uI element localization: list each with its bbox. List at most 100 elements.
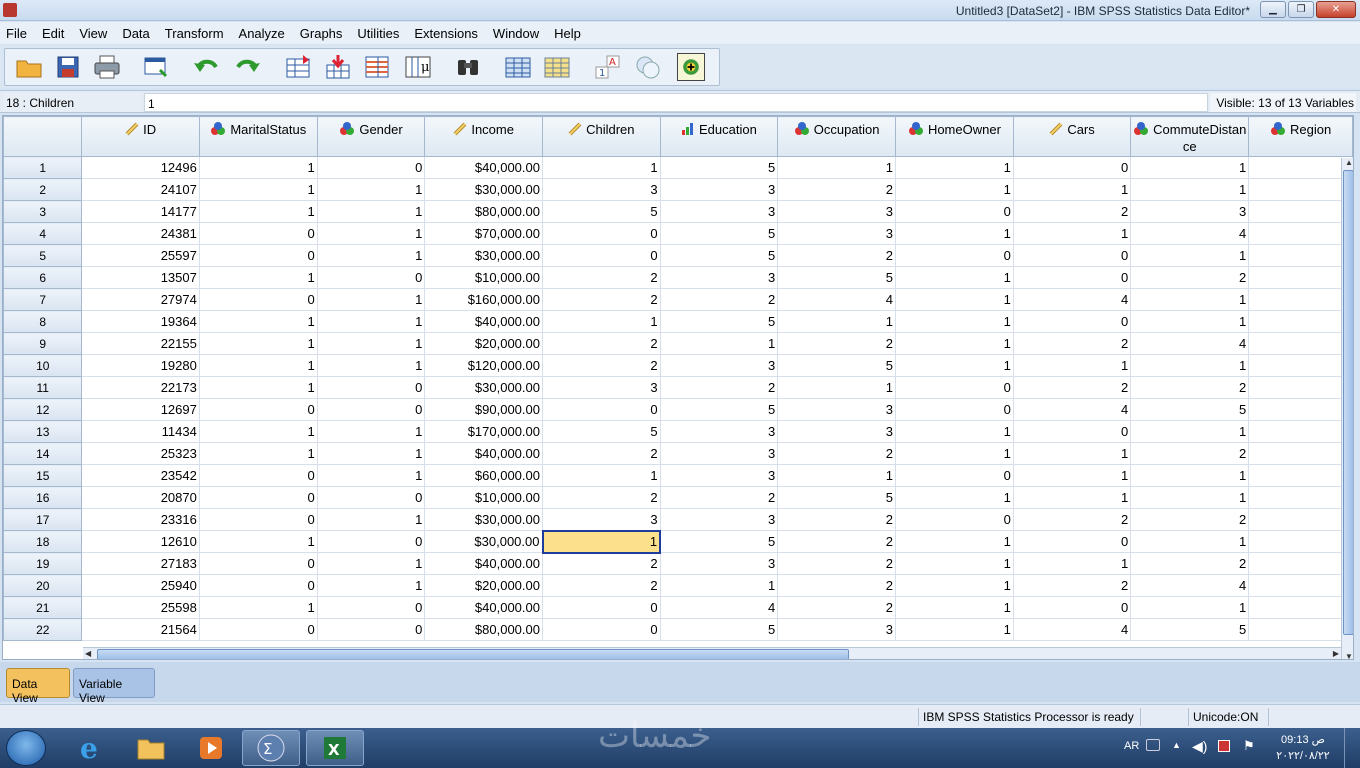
data-cell[interactable]: 1	[1130, 354, 1250, 377]
data-cell[interactable]: 1	[895, 574, 1014, 597]
row-header[interactable]: 1	[3, 156, 83, 179]
data-cell[interactable]: $80,000.00	[424, 618, 543, 641]
data-cell[interactable]	[1248, 156, 1353, 179]
data-cell[interactable]: 1	[1130, 486, 1250, 509]
row-header[interactable]: 22	[3, 618, 83, 641]
data-cell[interactable]: 1	[777, 310, 897, 333]
spss-statistics-icon[interactable]: Σ	[242, 730, 300, 766]
data-cell[interactable]: 1	[198, 596, 318, 619]
data-cell[interactable]: 22155	[81, 332, 200, 355]
row-header[interactable]: 8	[3, 310, 83, 333]
data-cell[interactable]: 2	[1012, 200, 1132, 223]
data-cell[interactable]: 4	[1130, 574, 1250, 597]
data-cell[interactable]	[1248, 618, 1353, 641]
data-cell[interactable]: 0	[542, 618, 661, 641]
data-cell[interactable]: 2	[777, 508, 897, 531]
data-cell[interactable]: 0	[316, 398, 426, 421]
data-cell[interactable]: 2	[777, 596, 897, 619]
row-header[interactable]: 19	[3, 552, 83, 575]
data-cell[interactable]: 23542	[81, 464, 200, 487]
data-cell[interactable]: 23316	[81, 508, 200, 531]
data-cell[interactable]: $30,000.00	[424, 508, 543, 531]
data-cell[interactable]: 5	[659, 398, 779, 421]
data-cell[interactable]: 1	[316, 464, 426, 487]
data-cell[interactable]: 5	[777, 266, 897, 289]
data-cell[interactable]: 1	[1012, 222, 1132, 245]
data-cell[interactable]	[1248, 266, 1353, 289]
start-button[interactable]	[6, 730, 46, 766]
data-cell[interactable]: 0	[1012, 244, 1132, 267]
data-cell[interactable]: 0	[198, 222, 318, 245]
data-cell[interactable]: 0	[316, 596, 426, 619]
data-cell[interactable]	[1248, 200, 1353, 223]
data-cell[interactable]: 12610	[81, 530, 200, 553]
data-cell[interactable]: 1	[198, 442, 318, 465]
selected-cell[interactable]: 1	[541, 529, 662, 554]
data-cell[interactable]: 1	[316, 354, 426, 377]
row-header[interactable]: 13	[3, 420, 83, 443]
clock-date[interactable]: ٢٠٢٢/٠٨/٢٢	[1270, 749, 1336, 762]
file-explorer-icon[interactable]	[122, 730, 180, 766]
menu-data[interactable]: Data	[116, 26, 158, 41]
data-cell[interactable]: 2	[542, 332, 661, 355]
menu-graphs[interactable]: Graphs	[294, 26, 352, 41]
data-cell[interactable]: $30,000.00	[424, 178, 543, 201]
data-cell[interactable]: 1	[316, 310, 426, 333]
data-cell[interactable]: 1	[542, 464, 661, 487]
data-cell[interactable]: 0	[542, 596, 661, 619]
data-cell[interactable]: 1	[1130, 530, 1250, 553]
data-cell[interactable]: 0	[198, 288, 318, 311]
data-cell[interactable]: 2	[542, 486, 661, 509]
data-cell[interactable]	[1248, 398, 1353, 421]
data-cell[interactable]: 2	[777, 530, 897, 553]
row-header[interactable]: 9	[3, 332, 83, 355]
column-header-homeowner[interactable]: HomeOwner	[895, 116, 1014, 157]
data-cell[interactable]: 2	[777, 574, 897, 597]
select-cases-icon[interactable]	[677, 53, 705, 81]
data-cell[interactable]	[1248, 244, 1353, 267]
excel-icon[interactable]: X	[306, 730, 364, 766]
data-cell[interactable]: 4	[1012, 398, 1132, 421]
data-cell[interactable]	[1248, 486, 1353, 509]
goto-variable-icon[interactable]	[323, 53, 353, 81]
data-cell[interactable]: 0	[198, 508, 318, 531]
data-cell[interactable]: 3	[777, 222, 897, 245]
data-cell[interactable]: 0	[198, 244, 318, 267]
data-cell[interactable]: 3	[659, 354, 779, 377]
data-cell[interactable]: 24381	[81, 222, 200, 245]
data-cell[interactable]: $10,000.00	[424, 486, 543, 509]
show-hidden-icons-icon[interactable]: ▲	[1172, 740, 1181, 750]
data-cell[interactable]: 5	[777, 354, 897, 377]
column-header-id[interactable]: ID	[81, 116, 200, 157]
data-cell[interactable]: 1	[895, 442, 1014, 465]
minimize-button[interactable]: ▁	[1260, 1, 1286, 18]
save-icon[interactable]	[53, 53, 83, 81]
menu-file[interactable]: File	[0, 26, 36, 41]
data-cell[interactable]: 3	[659, 464, 779, 487]
row-header[interactable]: 18	[3, 530, 83, 553]
data-cell[interactable]: 3	[659, 200, 779, 223]
data-cell[interactable]: 1	[1130, 464, 1250, 487]
data-cell[interactable]	[1248, 442, 1353, 465]
vertical-scrollbar[interactable]: ▲ ▼	[1341, 158, 1353, 659]
undo-icon[interactable]	[192, 53, 222, 81]
data-cell[interactable]: 1	[316, 574, 426, 597]
data-cell[interactable]: 1	[316, 332, 426, 355]
data-cell[interactable]: 0	[895, 398, 1014, 421]
data-cell[interactable]: $40,000.00	[424, 156, 543, 179]
data-cell[interactable]: 3	[777, 618, 897, 641]
menu-utilities[interactable]: Utilities	[351, 26, 408, 41]
data-cell[interactable]: 5	[659, 222, 779, 245]
data-cell[interactable]: 1	[895, 618, 1014, 641]
column-header-occupation[interactable]: Occupation	[777, 116, 897, 157]
data-cell[interactable]: 1	[542, 156, 661, 179]
data-cell[interactable]: 27183	[81, 552, 200, 575]
data-cell[interactable]	[1248, 420, 1353, 443]
row-header[interactable]: 11	[3, 376, 83, 399]
variables-icon[interactable]	[362, 53, 392, 81]
data-cell[interactable]: $30,000.00	[424, 530, 543, 553]
data-cell[interactable]: 1	[316, 222, 426, 245]
data-cell[interactable]: 5	[777, 486, 897, 509]
column-header-maritalstatus[interactable]: MaritalStatus	[198, 116, 318, 157]
data-cell[interactable]: 4	[1130, 222, 1250, 245]
